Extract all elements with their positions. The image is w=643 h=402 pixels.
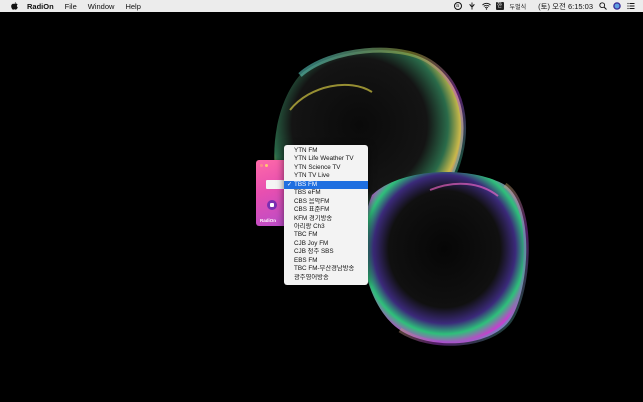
stop-button[interactable] <box>267 200 277 210</box>
stop-icon <box>270 203 274 207</box>
app-menu-radion[interactable]: RadiOn <box>27 2 54 11</box>
status-area: a 한 두벌식 (토) 오전 6:15:03 <box>453 1 643 12</box>
accessibility-icon[interactable]: a <box>453 2 462 10</box>
menu-help[interactable]: Help <box>125 2 140 11</box>
desktop: RadiOn File Window Help a 한 두벌식 (토) 오전 6… <box>0 0 643 402</box>
minimize-window-icon[interactable] <box>265 164 268 167</box>
checkmark-icon: ✓ <box>286 181 293 188</box>
station-option[interactable]: CJB 청주 SBS <box>284 248 368 256</box>
station-option[interactable]: TBC FM <box>284 231 368 239</box>
station-option[interactable]: YTN Life Weather TV <box>284 155 368 163</box>
menu-window[interactable]: Window <box>88 2 115 11</box>
apple-menu-icon[interactable] <box>10 2 18 11</box>
siri-icon[interactable] <box>613 2 621 10</box>
input-source-badge[interactable]: 한 <box>495 2 504 10</box>
input-method-label[interactable]: 두벌식 <box>510 2 527 11</box>
wifi-icon[interactable] <box>481 2 491 10</box>
app-logo: RadiOn <box>260 218 277 223</box>
spotlight-search-icon[interactable] <box>599 2 607 10</box>
station-option[interactable]: TBS eFM <box>284 189 368 197</box>
notification-center-icon[interactable] <box>627 2 635 10</box>
station-option[interactable]: 아리랑 Ch3 <box>284 223 368 231</box>
station-dropdown-menu: YTN FM YTN Life Weather TV YTN Science T… <box>284 145 368 285</box>
station-option[interactable]: KFM 경기방송 <box>284 215 368 223</box>
station-option[interactable]: YTN FM <box>284 147 368 155</box>
station-option-selected[interactable]: ✓ TBS FM <box>284 180 368 190</box>
menu-file[interactable]: File <box>65 2 77 11</box>
station-option[interactable]: 광주영어방송 <box>284 274 368 282</box>
station-option[interactable]: CJB Joy FM <box>284 240 368 248</box>
station-option[interactable]: YTN Science TV <box>284 164 368 172</box>
close-window-icon[interactable] <box>260 164 263 167</box>
station-option[interactable]: CBS 표준FM <box>284 206 368 214</box>
station-option[interactable]: CBS 음악FM <box>284 198 368 206</box>
window-controls <box>260 164 268 167</box>
station-option[interactable]: YTN TV Live <box>284 172 368 180</box>
station-option[interactable]: TBC FM-부산경남방송 <box>284 265 368 273</box>
usb-icon[interactable] <box>468 2 476 10</box>
station-option[interactable]: EBS FM <box>284 257 368 265</box>
clock[interactable]: (토) 오전 6:15:03 <box>538 1 593 12</box>
menu-bar: RadiOn File Window Help a 한 두벌식 (토) 오전 6… <box>0 0 643 12</box>
